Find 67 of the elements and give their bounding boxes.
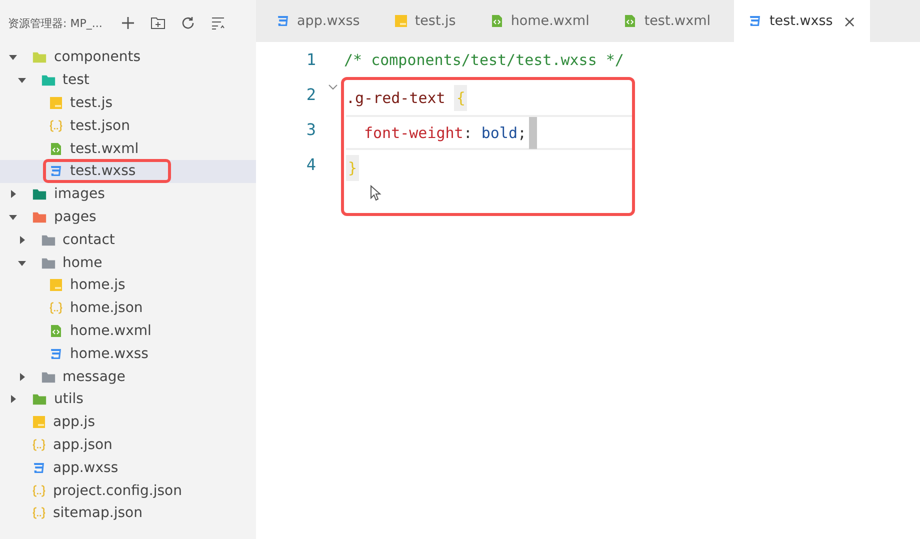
braces-icon	[49, 301, 63, 316]
js-file-icon	[49, 278, 63, 292]
collapsed-arrow-icon[interactable]	[18, 236, 26, 244]
css-file-icon	[276, 14, 290, 28]
tree-item[interactable]: contact	[62, 232, 115, 248]
code-line: font-weight: bold;	[346, 115, 632, 150]
js-file-icon	[32, 415, 46, 430]
line-number: 4	[306, 155, 316, 174]
collapse-all-icon[interactable]	[210, 15, 226, 31]
code-file-icon	[49, 324, 63, 338]
tree-item[interactable]: home.json	[70, 300, 143, 316]
code-file-icon	[490, 14, 504, 28]
line-number: 3	[306, 120, 316, 139]
tree-item[interactable]: project.config.json	[53, 482, 182, 499]
tree-item[interactable]: images	[54, 186, 105, 202]
collapsed-arrow-icon[interactable]	[9, 190, 17, 198]
tree-item[interactable]: app.wxss	[53, 460, 118, 476]
editor-tab[interactable]: test.wxml	[609, 0, 724, 42]
editor-tab[interactable]: app.wxss	[262, 0, 374, 42]
code-file-icon	[623, 14, 638, 28]
tree-item[interactable]: test	[62, 72, 90, 88]
braces-icon	[49, 118, 63, 133]
plus-icon[interactable]	[120, 15, 136, 31]
js-file-icon	[49, 96, 63, 110]
line-number: 1	[306, 50, 316, 69]
expanded-arrow-icon[interactable]	[9, 53, 17, 62]
braces-icon	[32, 506, 46, 520]
tree-item[interactable]: test.wxss	[70, 163, 136, 180]
code-line: .g-red-text {	[346, 80, 468, 115]
expanded-arrow-icon[interactable]	[18, 76, 26, 84]
tree-item[interactable]: home.wxss	[70, 346, 148, 362]
tree-item[interactable]: app.json	[53, 436, 112, 453]
tree-item[interactable]: test.wxml	[70, 140, 139, 157]
collapsed-arrow-icon[interactable]	[9, 395, 17, 404]
collapsed-arrow-icon[interactable]	[18, 372, 26, 381]
braces-icon	[32, 438, 46, 452]
tree-item[interactable]: test.js	[70, 94, 113, 111]
js-file-icon	[394, 14, 408, 28]
tree-item[interactable]: home.wxml	[70, 322, 152, 339]
tree-item[interactable]: home	[62, 254, 102, 271]
explorer-title: 资源管理器: MP_...	[8, 16, 102, 30]
tree-item[interactable]: test.json	[70, 118, 130, 134]
tree-item[interactable]: message	[62, 368, 126, 385]
code-line: /* components/test/test.wxss */	[344, 50, 624, 70]
css-file-icon	[49, 346, 63, 361]
css-file-icon	[32, 460, 46, 475]
mouse-pointer-icon	[370, 185, 382, 201]
editor-tab[interactable]: test.js	[380, 0, 470, 42]
tree-item[interactable]: sitemap.json	[53, 505, 142, 522]
fold-chevron-icon[interactable]	[328, 83, 338, 91]
tree-item[interactable]: utils	[54, 391, 84, 408]
line-number: 2	[306, 85, 316, 104]
css-file-icon	[748, 14, 762, 28]
refresh-icon[interactable]	[180, 15, 196, 31]
expanded-arrow-icon[interactable]	[18, 258, 26, 267]
close-tab-button[interactable]: ×	[842, 12, 856, 30]
tree-item[interactable]: home.js	[70, 277, 126, 294]
braces-icon	[32, 484, 46, 498]
new-folder-icon[interactable]	[150, 15, 166, 31]
code-file-icon	[49, 142, 63, 156]
tree-item[interactable]: pages	[54, 208, 96, 225]
expanded-arrow-icon[interactable]	[9, 212, 17, 221]
editor-tab[interactable]: test.wxss ×	[734, 0, 870, 42]
tree-item[interactable]: components	[54, 49, 140, 66]
tree-item[interactable]: app.js	[53, 414, 95, 430]
editor-tab[interactable]: home.wxml	[476, 0, 604, 42]
css-file-icon	[49, 164, 63, 178]
